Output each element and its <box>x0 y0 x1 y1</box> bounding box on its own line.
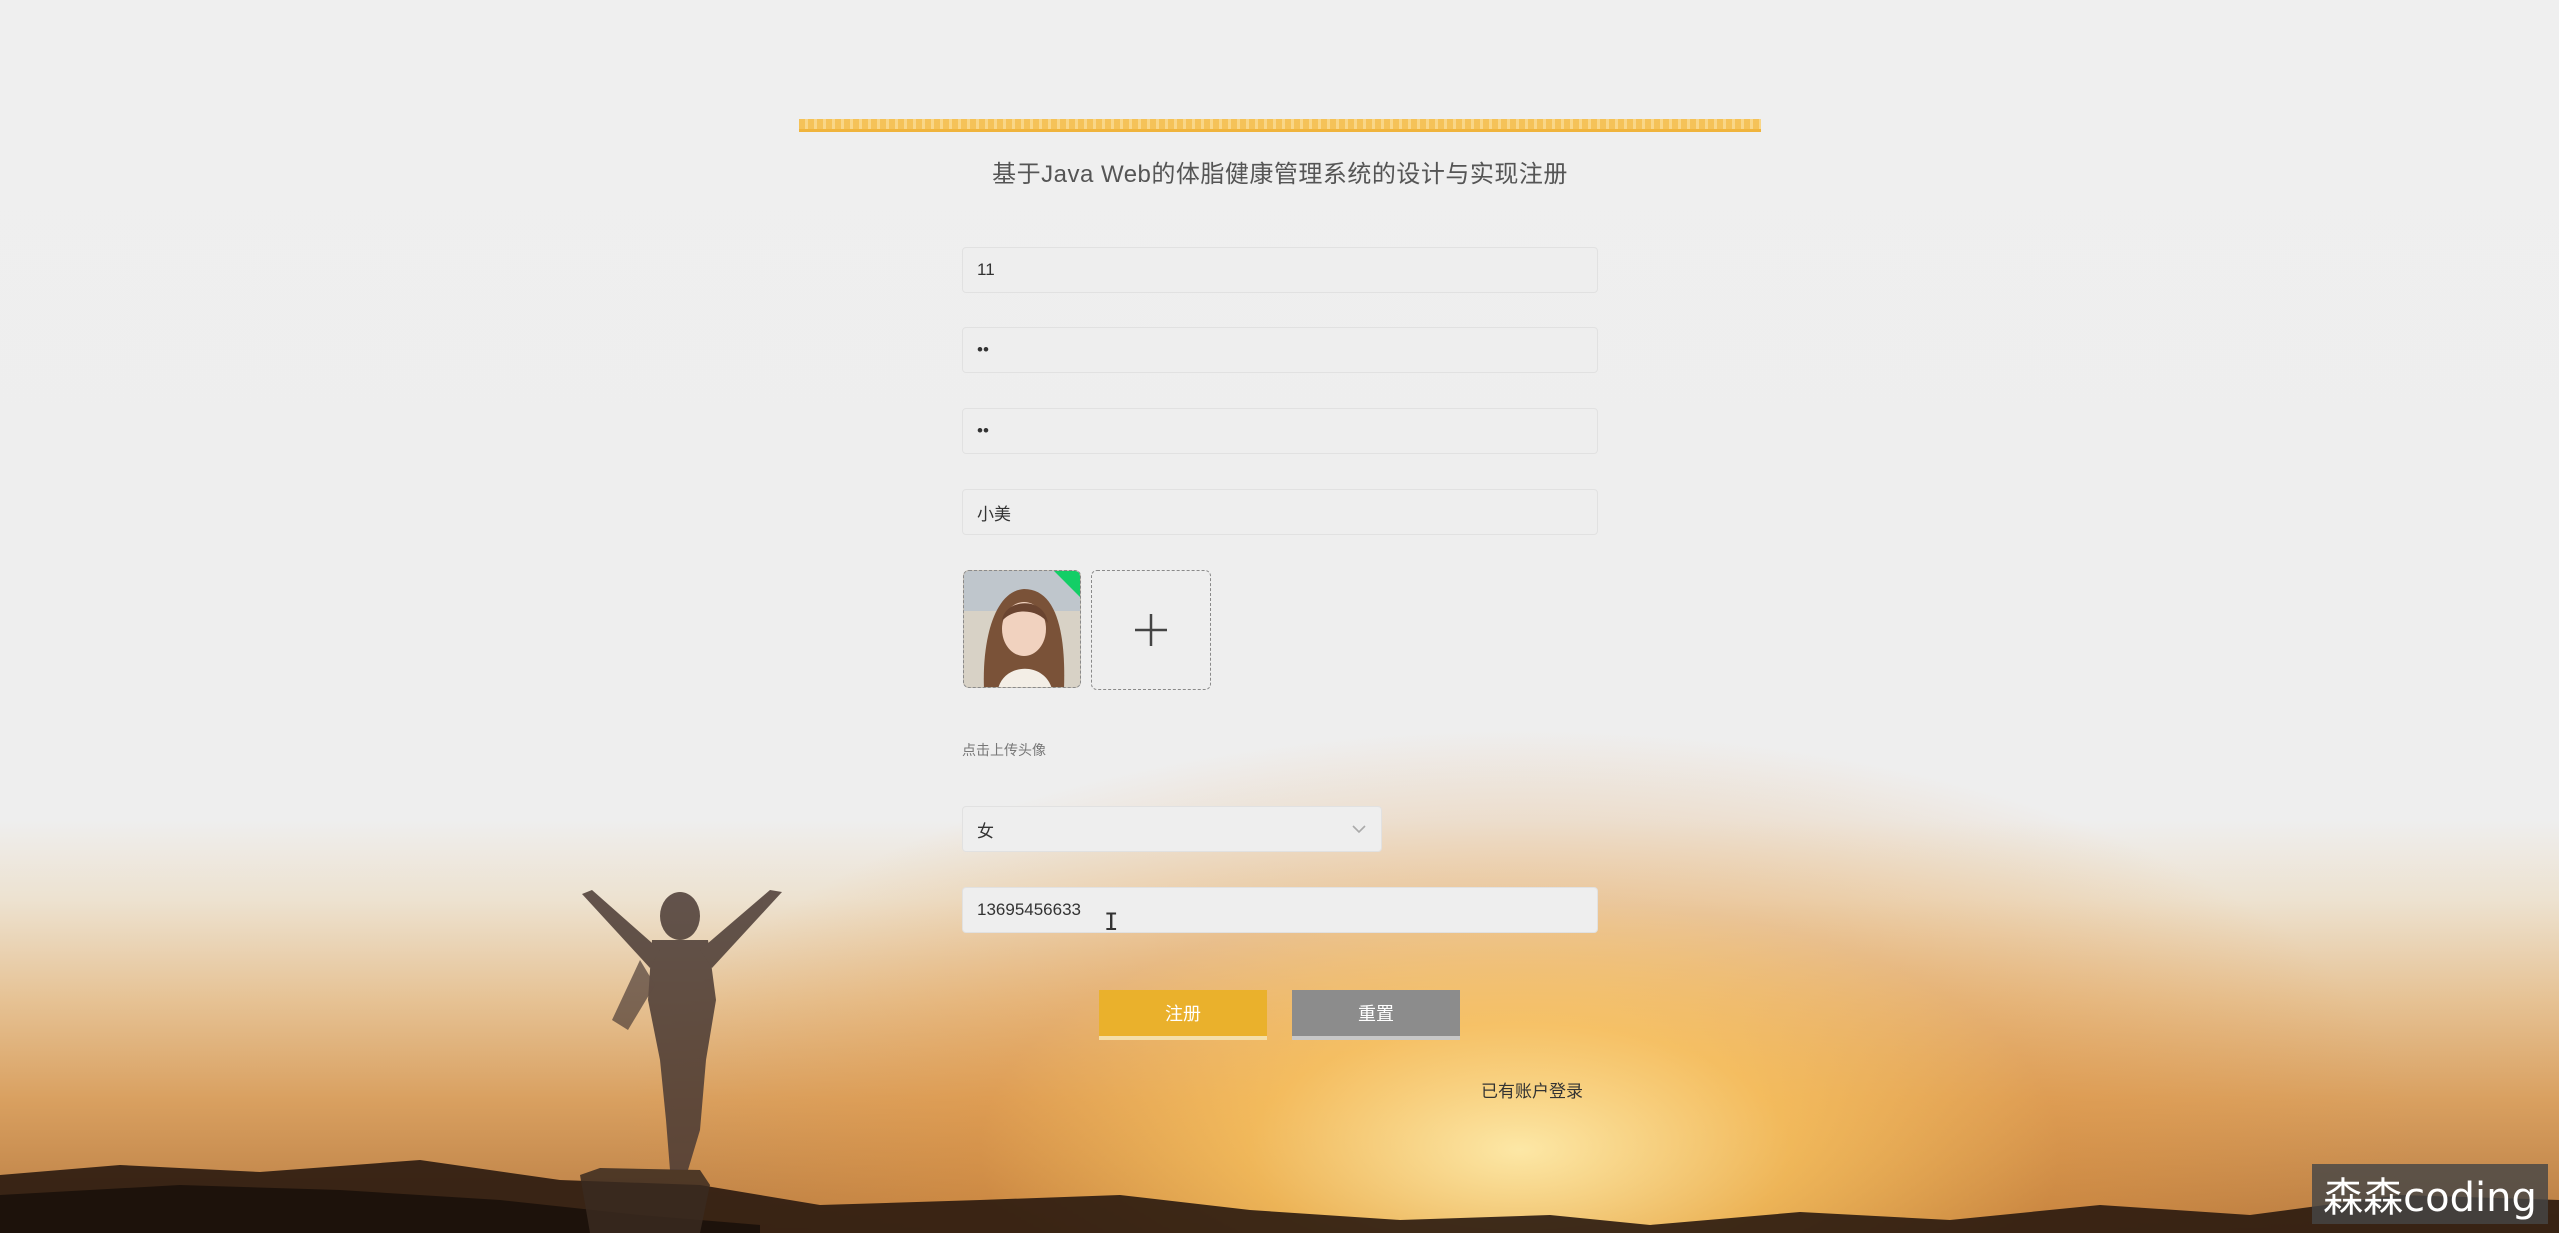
title-decoration-strip <box>799 119 1761 132</box>
phone-input-value: 13695456633 <box>977 900 1082 919</box>
reset-button[interactable]: 重置 <box>1292 990 1460 1040</box>
plus-icon <box>1135 614 1167 646</box>
register-button[interactable]: 注册 <box>1099 990 1267 1040</box>
chevron-down-icon <box>1352 825 1366 834</box>
confirm-password-input-value: •• <box>977 421 989 440</box>
password-input-value: •• <box>977 340 989 359</box>
confirm-password-input[interactable]: •• <box>962 408 1598 454</box>
name-input-value: 小美 <box>977 504 1011 524</box>
phone-input[interactable]: 13695456633 <box>962 887 1598 933</box>
existing-account-login-link[interactable]: 已有账户登录 <box>1481 1077 1583 1102</box>
account-input-value: 11 <box>977 260 995 279</box>
account-input[interactable]: 11 <box>962 247 1598 293</box>
name-input[interactable]: 小美 <box>962 489 1598 535</box>
avatar-image <box>964 571 1080 687</box>
uploaded-avatar-thumbnail[interactable] <box>963 570 1081 688</box>
gender-select-value: 女 <box>977 821 994 841</box>
video-watermark: 森森coding <box>2312 1164 2548 1224</box>
upload-hint-text: 点击上传头像 <box>962 742 1046 758</box>
avatar-upload-button[interactable] <box>1091 570 1211 690</box>
password-input[interactable]: •• <box>962 327 1598 373</box>
page-title: 基于Java Web的体脂健康管理系统的设计与实现注册 <box>992 161 1568 188</box>
text-cursor-icon: I <box>1104 908 1119 936</box>
gender-select[interactable]: 女 <box>962 806 1382 852</box>
